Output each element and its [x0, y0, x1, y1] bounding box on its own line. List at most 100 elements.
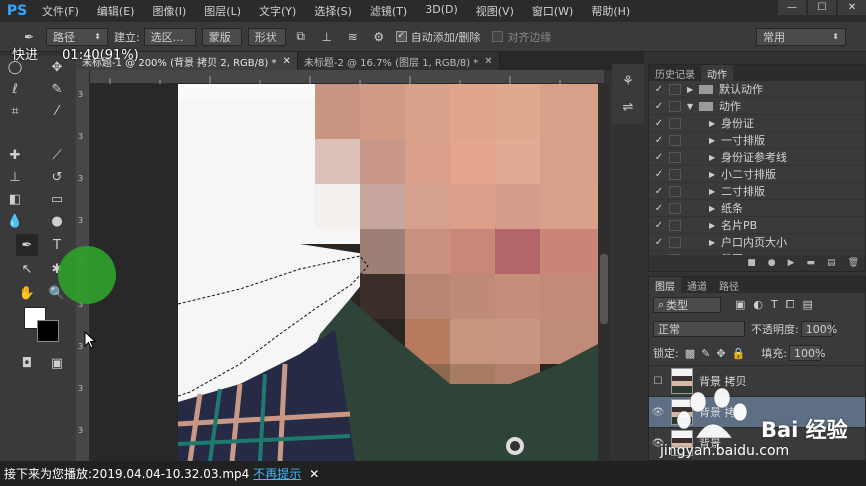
brush-icon[interactable]: ⟋ — [46, 144, 68, 166]
lock-icons[interactable]: ▩✎✥🔒 — [685, 347, 752, 360]
dialog-toggle[interactable] — [669, 134, 681, 146]
action-row[interactable]: ✓ ▶ 一寸排版 — [649, 132, 865, 149]
check-icon[interactable]: ✓ — [649, 169, 669, 180]
actions-panel-icon[interactable]: ⚘ — [617, 70, 639, 92]
gradient-icon[interactable]: ▭ — [46, 188, 68, 210]
action-row[interactable]: ✓ ▶ 小二寸排版 — [649, 166, 865, 183]
triangle-right-icon[interactable]: ▶ — [687, 85, 699, 94]
make-mask-button[interactable]: 蒙版 — [201, 27, 242, 46]
quick-mask-icon[interactable]: ◘ — [16, 352, 38, 374]
menu-item[interactable]: 文件(F) — [34, 3, 89, 19]
dialog-toggle[interactable] — [669, 151, 681, 163]
dialog-toggle[interactable] — [669, 83, 681, 95]
close-icon[interactable]: ✕ — [309, 467, 319, 481]
menu-item[interactable]: 帮助(H) — [583, 3, 640, 19]
check-icon[interactable]: ✓ — [649, 220, 669, 231]
crop-icon[interactable]: ⌗ — [4, 100, 26, 122]
make-selection-button[interactable]: 选区... — [143, 27, 196, 46]
menu-item[interactable]: 3D(D) — [417, 3, 468, 19]
gear-icon[interactable]: ⚙ — [370, 28, 388, 46]
opacity-input[interactable]: 100% — [800, 321, 837, 337]
triangle-right-icon[interactable]: ▶ — [709, 153, 721, 162]
minimize-button[interactable]: — — [778, 0, 806, 15]
background-color-swatch[interactable] — [37, 320, 59, 342]
canvas-area[interactable] — [90, 84, 598, 461]
check-icon[interactable]: ✓ — [649, 135, 669, 146]
check-icon[interactable]: ✓ — [649, 237, 669, 248]
menu-item[interactable]: 编辑(E) — [89, 3, 145, 19]
action-row[interactable]: ✓ ▶ 身份证参考线 — [649, 149, 865, 166]
action-row[interactable]: ✓ ▶ 身份证 — [649, 115, 865, 132]
triangle-right-icon[interactable]: ▶ — [709, 119, 721, 128]
tab-history[interactable]: 历史记录 — [649, 65, 701, 81]
stop-icon[interactable]: ■ — [747, 258, 756, 268]
tab-layers[interactable]: 图层 — [649, 277, 681, 293]
path-selection-icon[interactable]: ↖ — [16, 258, 38, 280]
lasso-icon[interactable]: ℓ — [4, 78, 26, 100]
layer-filter-select[interactable]: ⌕ 类型 — [653, 297, 721, 313]
blur-icon[interactable]: 💧 — [4, 210, 26, 232]
pen-tool-preset-icon[interactable]: ✒ — [20, 28, 38, 46]
new-action-icon[interactable]: ▤ — [827, 258, 836, 268]
check-icon[interactable]: ✓ — [649, 203, 669, 214]
canvas-scrollbar[interactable] — [598, 84, 610, 461]
path-alignment-icon[interactable]: ⊥ — [318, 28, 336, 46]
dialog-toggle[interactable] — [669, 202, 681, 214]
dont-show-again-link[interactable]: 不再提示 — [253, 465, 301, 482]
hand-tool-icon[interactable]: ✋ — [16, 282, 38, 304]
eye-icon[interactable]: 👁 — [649, 407, 667, 418]
dialog-toggle[interactable] — [669, 185, 681, 197]
triangle-down-icon[interactable]: ▼ — [687, 102, 699, 111]
record-icon[interactable]: ● — [768, 258, 776, 268]
dialog-toggle[interactable] — [669, 236, 681, 248]
triangle-right-icon[interactable]: ▶ — [709, 238, 721, 247]
spot-healing-icon[interactable]: ✚ — [4, 144, 26, 166]
screen-mode-icon[interactable]: ▣ — [46, 352, 68, 374]
triangle-right-icon[interactable]: ▶ — [709, 221, 721, 230]
check-icon[interactable]: ✓ — [649, 186, 669, 197]
align-edges-checkbox[interactable] — [492, 31, 504, 42]
action-row[interactable]: ✓ ▶ 纸条 — [649, 200, 865, 217]
trash-icon[interactable]: 🗑 — [848, 258, 859, 268]
triangle-right-icon[interactable]: ▶ — [709, 187, 721, 196]
menu-item[interactable]: 图像(I) — [144, 3, 196, 19]
action-row[interactable]: ✓ ▶ 户口内页大小 — [649, 234, 865, 251]
maximize-button[interactable]: ☐ — [808, 0, 836, 15]
dodge-icon[interactable]: ● — [46, 210, 68, 232]
scrollbar-thumb[interactable] — [600, 254, 608, 324]
path-operations-icon[interactable]: ⧉ — [292, 28, 310, 46]
dialog-toggle[interactable] — [669, 168, 681, 180]
check-icon[interactable]: ✓ — [649, 118, 669, 129]
document-image[interactable] — [90, 84, 598, 461]
close-button[interactable]: ✕ — [838, 0, 866, 15]
menu-item[interactable]: 滤镜(T) — [362, 3, 417, 19]
dialog-toggle[interactable] — [669, 219, 681, 231]
action-set-row[interactable]: ✓ ▶ 默认动作 — [649, 81, 865, 98]
menu-item[interactable]: 视图(V) — [468, 3, 524, 19]
mode-select[interactable]: 路径 ⬍ — [46, 27, 108, 46]
workspace-select[interactable]: 常用 ⬍ — [756, 27, 846, 46]
history-brush-icon[interactable]: ↺ — [46, 166, 68, 188]
close-icon[interactable]: ✕ — [484, 56, 492, 67]
tab-document-2[interactable]: 未标题-2 @ 16.7% (图层 1, RGB/8) * ✕ — [297, 52, 500, 70]
tab-channels[interactable]: 通道 — [681, 277, 713, 293]
adjust-panel-icon[interactable]: ⇌ — [617, 96, 639, 118]
type-tool-icon[interactable]: T — [46, 234, 68, 256]
blend-mode-select[interactable]: 正常 — [653, 321, 745, 337]
menu-item[interactable]: 窗口(W) — [524, 3, 583, 19]
tab-actions[interactable]: 动作 — [701, 65, 733, 81]
path-arrangement-icon[interactable]: ≋ — [344, 28, 362, 46]
action-row[interactable]: ✓ ▶ 二寸排版 — [649, 183, 865, 200]
triangle-right-icon[interactable]: ▶ — [709, 170, 721, 179]
action-set-row[interactable]: ✓ ▼ 动作 — [649, 98, 865, 115]
eraser-icon[interactable]: ◧ — [4, 188, 26, 210]
menu-item[interactable]: 文字(Y) — [251, 3, 306, 19]
new-set-icon[interactable]: ▬ — [807, 258, 816, 268]
visibility-off-icon[interactable]: ☐ — [649, 376, 667, 387]
check-icon[interactable]: ✓ — [649, 101, 669, 112]
menu-item[interactable]: 选择(S) — [306, 3, 362, 19]
tab-paths[interactable]: 路径 — [713, 277, 745, 293]
play-icon[interactable]: ▶ — [788, 258, 795, 268]
quick-select-icon[interactable]: ✎ — [46, 78, 68, 100]
dialog-toggle[interactable] — [669, 100, 681, 112]
